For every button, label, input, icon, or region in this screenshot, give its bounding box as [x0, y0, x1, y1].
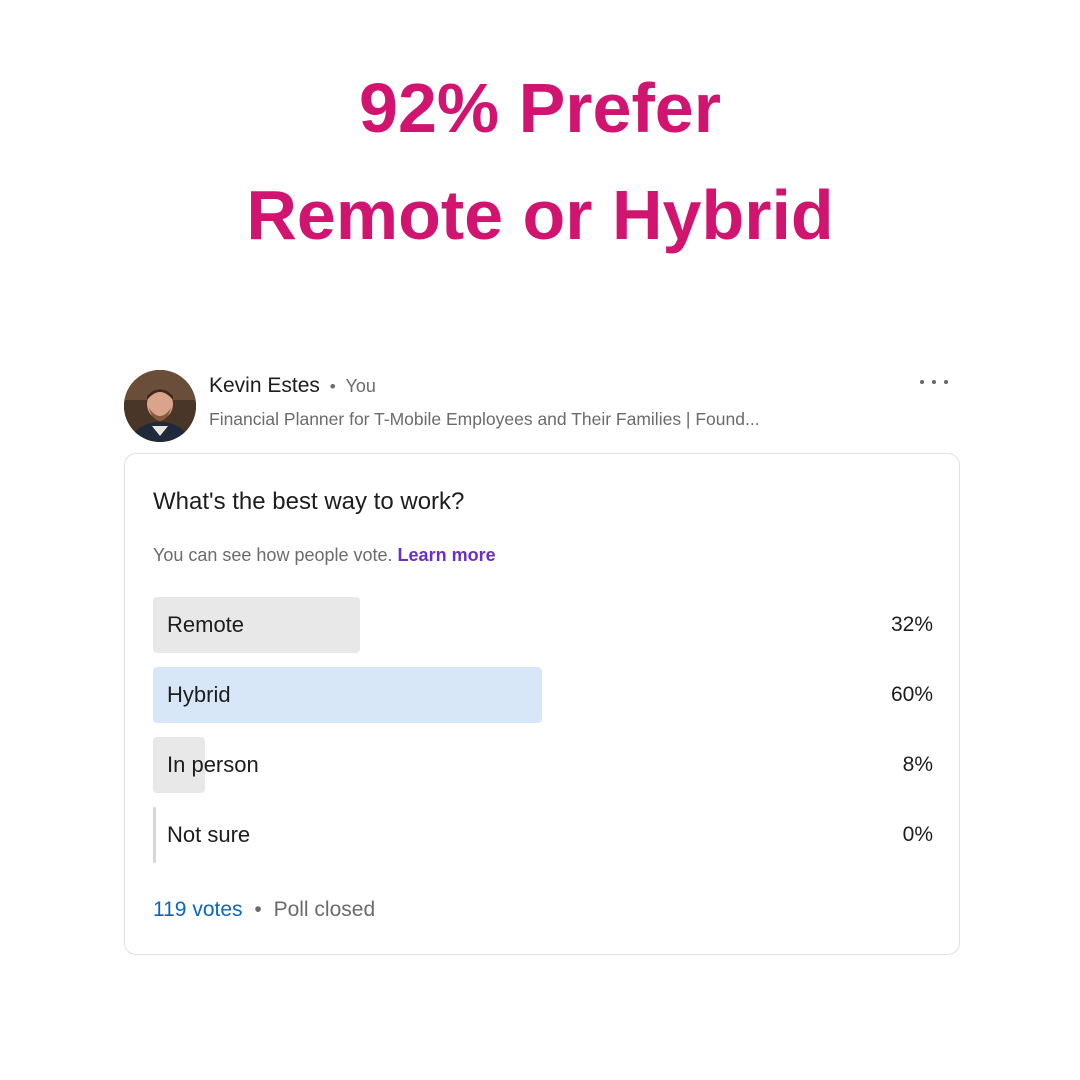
- poll-option-hybrid[interactable]: Hybrid 60%: [153, 667, 933, 723]
- poll-option-label: Not sure: [167, 822, 251, 847]
- headline-line-2: Remote or Hybrid: [246, 176, 834, 254]
- poll-option-in-person[interactable]: In person 8%: [153, 737, 933, 793]
- author-headline: Financial Planner for T-Mobile Employees…: [209, 409, 760, 429]
- poll-option-percent: 0%: [902, 823, 933, 846]
- poll-option-not-sure[interactable]: Not sure 0%: [153, 807, 933, 863]
- dot-icon: [920, 380, 924, 384]
- poll-option-label: Remote: [167, 612, 245, 637]
- visibility-text: You can see how people vote.: [153, 545, 393, 565]
- vote-count-link[interactable]: 119 votes: [153, 898, 243, 921]
- avatar[interactable]: [124, 370, 196, 442]
- author-name-row: Kevin Estes • You: [209, 374, 376, 398]
- poll-option-percent: 60%: [890, 683, 933, 706]
- poll-status: Poll closed: [273, 898, 376, 921]
- poll-option-bar: [153, 807, 156, 863]
- poll-option-label: In person: [167, 752, 259, 777]
- post-author: Kevin Estes • You Financial Planner for …: [124, 370, 964, 442]
- poll-option-percent: 8%: [902, 753, 933, 776]
- headline-line-1: 92% Prefer: [359, 69, 721, 147]
- more-options-button[interactable]: [914, 370, 954, 394]
- avatar-photo-icon: [124, 370, 196, 442]
- poll-option-label: Hybrid: [167, 682, 231, 707]
- dot-icon: [932, 380, 936, 384]
- author-separator: •: [329, 377, 336, 396]
- author-relation: You: [345, 376, 376, 396]
- author-name[interactable]: Kevin Estes: [209, 374, 320, 397]
- poll-option-remote[interactable]: Remote 32%: [153, 597, 933, 653]
- dot-icon: [944, 380, 948, 384]
- poll-question: What's the best way to work?: [153, 488, 465, 515]
- poll-footer: 119 votes • Poll closed: [153, 898, 375, 922]
- learn-more-link[interactable]: Learn more: [398, 545, 496, 565]
- poll-card: What's the best way to work? You can see…: [124, 453, 960, 955]
- poll-visibility-note: You can see how people vote. Learn more: [153, 545, 496, 566]
- poll-option-percent: 32%: [890, 613, 933, 636]
- footer-separator: •: [254, 898, 262, 921]
